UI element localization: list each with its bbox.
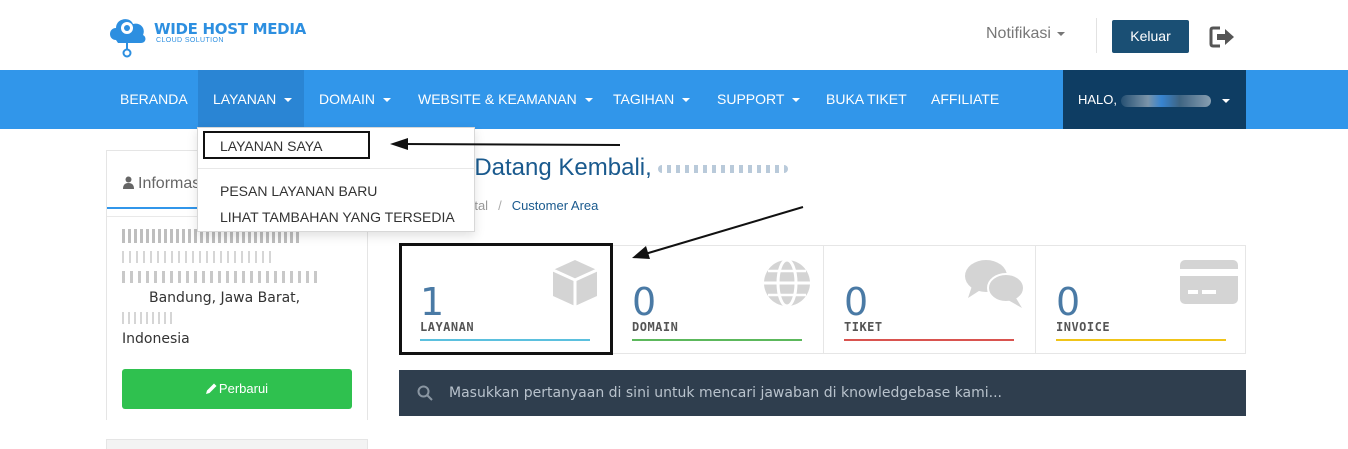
update-button[interactable]: Perbarui bbox=[122, 369, 352, 409]
nav-item-support[interactable]: SUPPORT bbox=[717, 70, 801, 129]
redacted-username bbox=[1120, 94, 1211, 107]
notifications-label: Notifikasi bbox=[986, 25, 1051, 42]
caret-down-icon bbox=[284, 98, 293, 103]
brand-subtitle: CLOUD SOLUTION bbox=[156, 37, 224, 44]
nav-label: BERANDA bbox=[120, 91, 188, 107]
nav-item-domain[interactable]: DOMAIN bbox=[319, 70, 391, 129]
search-placeholder: Masukkan pertanyaan di sini untuk mencar… bbox=[449, 385, 1002, 401]
breadcrumb: rtal / Customer Area bbox=[470, 198, 598, 213]
tile-label: INVOICE bbox=[1056, 320, 1111, 334]
nav-item-tagihan[interactable]: TAGIHAN bbox=[613, 70, 691, 129]
layanan-dropdown-menu: LAYANAN SAYA PESAN LAYANAN BARU LIHAT TA… bbox=[197, 127, 475, 232]
notifications-dropdown[interactable]: Notifikasi bbox=[986, 25, 1065, 43]
update-button-label: Perbarui bbox=[218, 381, 269, 396]
tile-domain[interactable]: 0 DOMAIN bbox=[612, 246, 824, 353]
credit-card-icon bbox=[1180, 260, 1238, 304]
nav-item-website-keamanan[interactable]: WEBSITE & KEAMANAN bbox=[418, 70, 593, 129]
menu-item-layanan-saya[interactable]: LAYANAN SAYA bbox=[220, 138, 322, 154]
nav-label: AFFILIATE bbox=[931, 91, 1000, 107]
tile-label: TIKET bbox=[844, 320, 883, 334]
tile-count: 0 bbox=[1056, 280, 1081, 324]
caret-down-icon bbox=[1056, 31, 1065, 36]
nav-label: WEBSITE & KEAMANAN bbox=[418, 91, 577, 107]
tile-count: 0 bbox=[844, 280, 869, 324]
caret-down-icon bbox=[682, 98, 691, 103]
brand-logo[interactable]: WIDE HOST MEDIA CLOUD SOLUTION bbox=[106, 10, 306, 60]
breadcrumb-separator: / bbox=[498, 198, 502, 213]
redacted-text bbox=[122, 251, 272, 263]
logout-button[interactable]: Keluar bbox=[1112, 20, 1189, 53]
user-icon bbox=[123, 176, 134, 189]
panel-body: Bandung, Jawa Barat, Indonesia Perbarui bbox=[107, 217, 367, 420]
tile-label: DOMAIN bbox=[632, 320, 679, 334]
welcome-text: t Datang Kembali, bbox=[461, 154, 652, 181]
caret-down-icon bbox=[792, 98, 801, 103]
user-menu[interactable]: HALO, bbox=[1063, 70, 1246, 129]
redacted-text bbox=[122, 271, 322, 283]
nav-label: DOMAIN bbox=[319, 91, 375, 107]
tile-count: 0 bbox=[632, 280, 657, 324]
highlight-box bbox=[399, 243, 613, 355]
secondary-panel bbox=[106, 439, 368, 449]
redacted-name bbox=[658, 164, 789, 173]
menu-item-lihat-tambahan[interactable]: LIHAT TAMBAHAN YANG TERSEDIA bbox=[220, 209, 455, 225]
user-greeting: HALO, bbox=[1078, 92, 1118, 107]
main-navbar: BERANDA LAYANAN DOMAIN WEBSITE & KEAMANA… bbox=[0, 70, 1348, 129]
panel-header-accent bbox=[107, 207, 197, 209]
nav-label: LAYANAN bbox=[213, 91, 277, 107]
tile-accent-bar bbox=[632, 339, 802, 341]
menu-divider bbox=[198, 168, 474, 169]
top-header: WIDE HOST MEDIA CLOUD SOLUTION Notifikas… bbox=[0, 0, 1348, 70]
globe-icon bbox=[764, 258, 810, 308]
panel-title: Informas bbox=[123, 175, 200, 193]
cloud-logo-icon bbox=[106, 10, 150, 60]
tile-accent-bar bbox=[844, 339, 1014, 341]
redacted-text bbox=[122, 312, 172, 324]
tile-tiket[interactable]: 0 TIKET bbox=[824, 246, 1036, 353]
page-title: t Datang Kembali, bbox=[461, 154, 789, 182]
caret-down-icon bbox=[383, 98, 391, 103]
address-city: Bandung, Jawa Barat, bbox=[149, 290, 301, 306]
nav-label: SUPPORT bbox=[717, 91, 785, 107]
nav-item-beranda[interactable]: BERANDA bbox=[120, 70, 188, 129]
address-country: Indonesia bbox=[122, 331, 190, 347]
header-divider bbox=[1096, 18, 1097, 53]
caret-down-icon bbox=[1222, 98, 1231, 103]
knowledgebase-search[interactable]: Masukkan pertanyaan di sini untuk mencar… bbox=[399, 370, 1246, 416]
search-icon bbox=[417, 385, 433, 401]
tile-invoice[interactable]: 0 INVOICE bbox=[1036, 246, 1248, 353]
panel-title-text: Informas bbox=[138, 175, 201, 192]
menu-item-pesan-layanan-baru[interactable]: PESAN LAYANAN BARU bbox=[220, 183, 377, 199]
sign-out-icon[interactable] bbox=[1209, 25, 1237, 49]
nav-item-buka-tiket[interactable]: BUKA TIKET bbox=[826, 70, 907, 129]
pencil-icon bbox=[205, 383, 217, 394]
nav-label: BUKA TIKET bbox=[826, 91, 907, 107]
nav-item-layanan[interactable]: LAYANAN bbox=[198, 70, 304, 129]
breadcrumb-customer-area: Customer Area bbox=[511, 198, 599, 213]
brand-title: WIDE HOST MEDIA bbox=[154, 20, 306, 38]
comments-icon bbox=[965, 260, 1025, 308]
caret-down-icon bbox=[584, 98, 593, 103]
tile-accent-bar bbox=[1056, 339, 1226, 341]
nav-item-affiliate[interactable]: AFFILIATE bbox=[931, 70, 999, 129]
nav-label: TAGIHAN bbox=[613, 91, 675, 107]
